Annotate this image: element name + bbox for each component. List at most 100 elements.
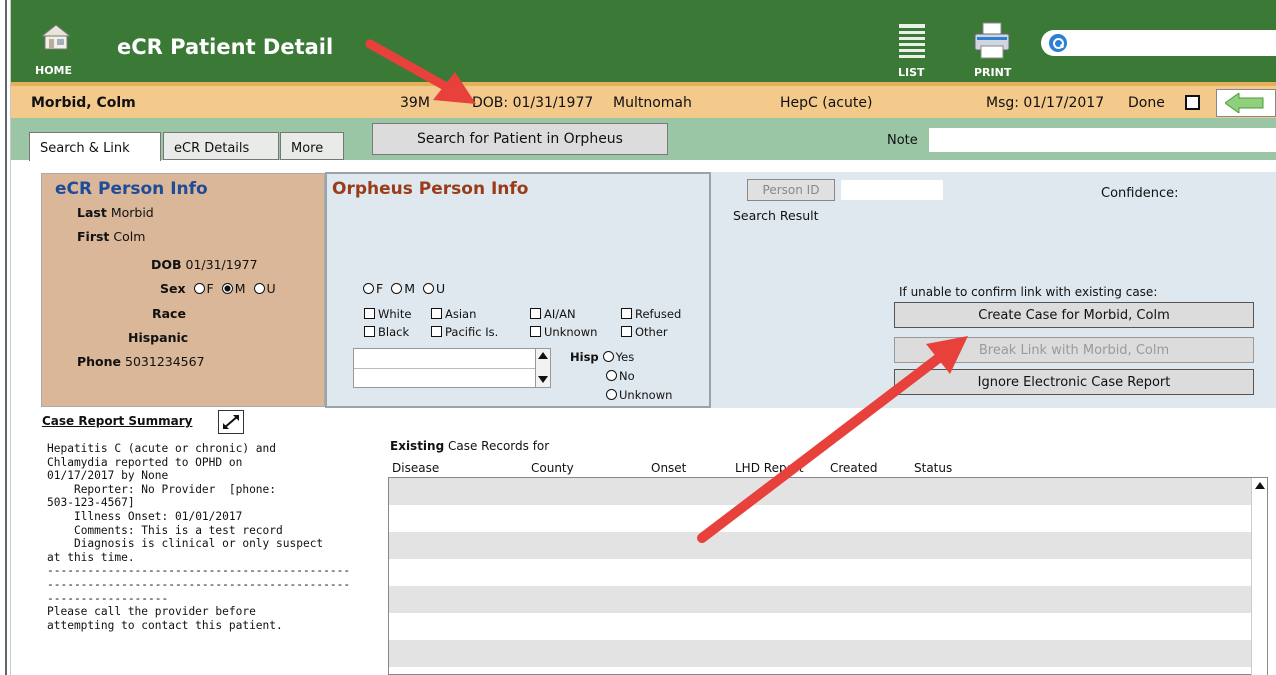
table-row[interactable] [389,586,1251,613]
race-pacific-checkbox[interactable] [431,326,442,337]
tab-search-link[interactable]: Search & Link [29,132,161,161]
race-listbox[interactable] [353,348,551,388]
table-row[interactable] [389,613,1251,640]
done-checkbox[interactable] [1185,95,1200,110]
race-aian-checkbox[interactable] [530,308,541,319]
col-onset[interactable]: Onset [651,461,686,475]
tab-ecr-details[interactable]: eCR Details [163,132,279,160]
hisp-label: Hisp [570,350,599,364]
race-row: Race [152,306,186,321]
race-white-checkbox[interactable] [364,308,375,319]
patient-name: Morbid, Colm [31,95,136,111]
note-input[interactable] [929,128,1276,152]
done-label: Done [1128,95,1165,111]
home-button[interactable]: HOME [35,22,85,78]
race-aian[interactable]: AI/AN [530,307,576,321]
col-status[interactable]: Status [914,461,952,475]
message-date: Msg: 01/17/2017 [986,95,1105,111]
col-lhd-report[interactable]: LHD Report [735,461,804,475]
confidence-label: Confidence: [1101,186,1179,201]
expand-button[interactable] [218,410,244,434]
race-asian[interactable]: Asian [431,307,476,321]
page-title: eCR Patient Detail [117,35,334,59]
race-other[interactable]: Other [621,325,668,339]
hispanic-row: Hispanic [128,330,188,345]
existing-bold: Existing [390,439,445,453]
expand-icon [223,415,239,429]
search-result-label: Search Result [733,208,819,223]
dob-label: DOB [151,257,182,272]
orpheus-sex-u-label: U [435,281,446,296]
col-county[interactable]: County [531,461,574,475]
ecr-sex-m-radio[interactable] [221,283,233,294]
ignore-ecr-button[interactable]: Ignore Electronic Case Report [894,369,1254,395]
race-white[interactable]: White [364,307,411,321]
hisp-unknown-radio[interactable] [606,389,617,400]
hisp-no-label: No [619,369,635,383]
hisp-yes-radio[interactable] [602,351,614,362]
patient-age-sex: 39M [400,95,430,111]
ecr-sex-f-label: F [206,281,214,296]
dob-row: DOB 01/31/1977 [151,257,258,272]
phone-label: Phone [77,354,122,369]
table-row[interactable] [389,640,1251,667]
orpheus-sex-u-radio[interactable] [422,283,434,294]
table-scrollbar[interactable] [1251,478,1267,675]
first-value: Colm [113,229,146,244]
race-asian-checkbox[interactable] [431,308,442,319]
patient-disease: HepC (acute) [780,95,873,111]
last-name-row: Last Morbid [77,205,154,220]
hisp-unknown-label: Unknown [619,388,673,402]
break-link-button[interactable]: Break Link with Morbid, Colm [894,337,1254,363]
table-row[interactable] [389,505,1251,532]
search-input[interactable] [1041,30,1276,56]
create-case-button[interactable]: Create Case for Morbid, Colm [894,302,1254,328]
race-unknown-checkbox[interactable] [530,326,541,337]
case-summary-link[interactable]: Case Report Summary [42,414,192,428]
race-refused[interactable]: Refused [621,307,681,321]
table-row[interactable] [389,559,1251,586]
race-unknown[interactable]: Unknown [530,325,597,339]
person-id-input[interactable] [841,180,943,200]
tab-more[interactable]: More [280,132,344,160]
patient-bar: Morbid, Colm 39M DOB: 01/31/1977 Multnom… [11,82,1276,118]
race-refused-checkbox[interactable] [621,308,632,319]
race-black-checkbox[interactable] [364,326,375,337]
ecr-sex-u-label: U [266,281,276,296]
back-button[interactable] [1216,89,1276,117]
race-other-checkbox[interactable] [621,326,632,337]
race-white-label: White [378,307,412,321]
hisp-yes-row: Hisp Yes [570,350,634,364]
search-patient-button[interactable]: Search for Patient in Orpheus [372,123,668,155]
race-pacific[interactable]: Pacific Is. [431,325,498,339]
ecr-sex-u-radio[interactable] [253,283,265,294]
orpheus-sex-f-radio[interactable] [363,283,374,294]
printer-icon [974,22,1010,59]
table-row[interactable] [389,532,1251,559]
header-bar: HOME eCR Patient Detail LIST PRINT [11,0,1276,82]
col-created[interactable]: Created [830,461,878,475]
first-label: First [77,229,110,244]
listbox-scrollbar[interactable] [535,349,550,387]
orpheus-sex-m-radio[interactable] [391,283,403,294]
list-button[interactable]: LIST [895,22,935,80]
scroll-up-icon[interactable] [1255,482,1265,489]
app-window: HOME eCR Patient Detail LIST PRINT Morbi… [0,0,1276,675]
note-label: Note [887,133,918,148]
scroll-down-icon[interactable] [538,376,548,383]
hisp-no-row: No [602,369,635,383]
hispanic-label: Hispanic [128,330,189,345]
ecr-sex-f-radio[interactable] [193,283,205,294]
col-disease[interactable]: Disease [392,461,439,475]
hisp-no-radio[interactable] [606,370,617,381]
person-id-button[interactable]: Person ID [747,179,835,201]
race-label: Race [152,306,186,321]
table-row[interactable] [389,478,1251,505]
orpheus-sex-options: F M U [359,281,445,296]
race-black-label: Black [378,325,410,339]
existing-records-table [388,477,1268,675]
race-black[interactable]: Black [364,325,409,339]
phone-value: 5031234567 [125,354,205,369]
scroll-up-icon[interactable] [538,352,548,359]
print-button[interactable]: PRINT [971,22,1019,80]
